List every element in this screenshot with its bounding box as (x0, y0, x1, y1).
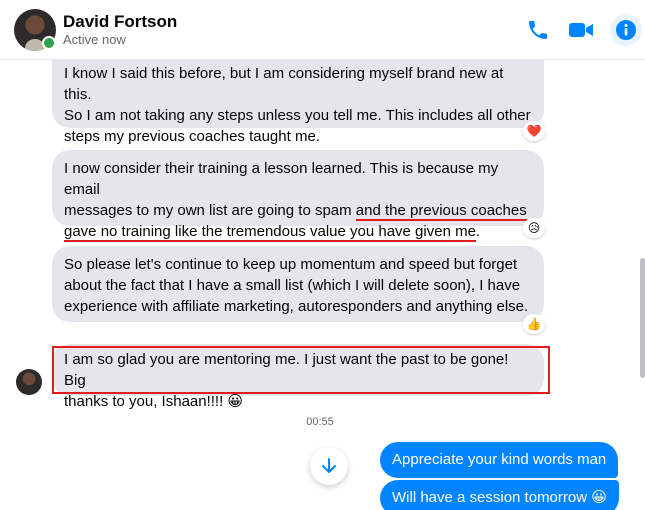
message-line: about the fact that I have a small list … (64, 277, 521, 294)
sender-avatar[interactable] (16, 369, 42, 395)
message-bubble[interactable]: I know I said this before, but I am cons… (52, 60, 544, 145)
message-line: So I am not taking any steps unless you … (64, 107, 531, 124)
outgoing-message-bubble[interactable]: Will have a session tomorrow 😀 (380, 480, 619, 510)
message-line: messages to my own list are going to spa… (64, 200, 532, 221)
highlight-annotation-box (52, 346, 550, 394)
scroll-to-bottom-button[interactable] (310, 447, 348, 485)
arrow-down-icon (322, 458, 336, 473)
sad-tear-reaction-icon[interactable]: 😥 (523, 218, 545, 238)
contact-name[interactable]: David Fortson (63, 12, 177, 32)
heart-reaction-icon[interactable]: ❤️ (523, 121, 545, 141)
message-bubble[interactable]: So please let's continue to keep up mome… (52, 246, 544, 322)
thumbs-up-reaction-icon[interactable]: 👍 (523, 314, 545, 334)
video-call-button[interactable] (565, 14, 597, 46)
conversation-info-button[interactable] (610, 14, 642, 46)
message-line: I know I said this before, but I am cons… (64, 65, 504, 103)
online-status-dot (42, 36, 56, 50)
message-line: thanks to you, Ishaan!!!! 😀 (64, 393, 244, 410)
video-camera-icon (569, 23, 593, 37)
message-line: I now consider their training a lesson l… (64, 160, 499, 198)
scrollbar-thumb[interactable] (640, 258, 645, 378)
message-text: messages to my own list are going to spa… (64, 202, 356, 219)
message-text: . (475, 223, 481, 240)
phone-icon (529, 21, 547, 39)
message-line: gave no training like the tremendous val… (64, 221, 532, 242)
underlined-text: gave no training like the tremendous val… (64, 223, 476, 242)
message-timestamp: 00:55 (306, 416, 334, 428)
contact-status: Active now (63, 32, 126, 47)
message-line: So please let's continue to keep up mome… (64, 256, 518, 273)
voice-call-button[interactable] (522, 14, 554, 46)
message-bubble[interactable]: I now consider their training a lesson l… (52, 150, 544, 242)
message-line: steps my previous coaches taught me. (64, 128, 320, 145)
info-icon (616, 20, 636, 40)
outgoing-message-bubble[interactable]: Appreciate your kind words man (380, 442, 619, 478)
message-line: experience with affiliate marketing, aut… (64, 298, 529, 315)
conversation-header: David Fortson Active now (0, 0, 645, 60)
underlined-text: and the previous coaches (355, 202, 527, 221)
